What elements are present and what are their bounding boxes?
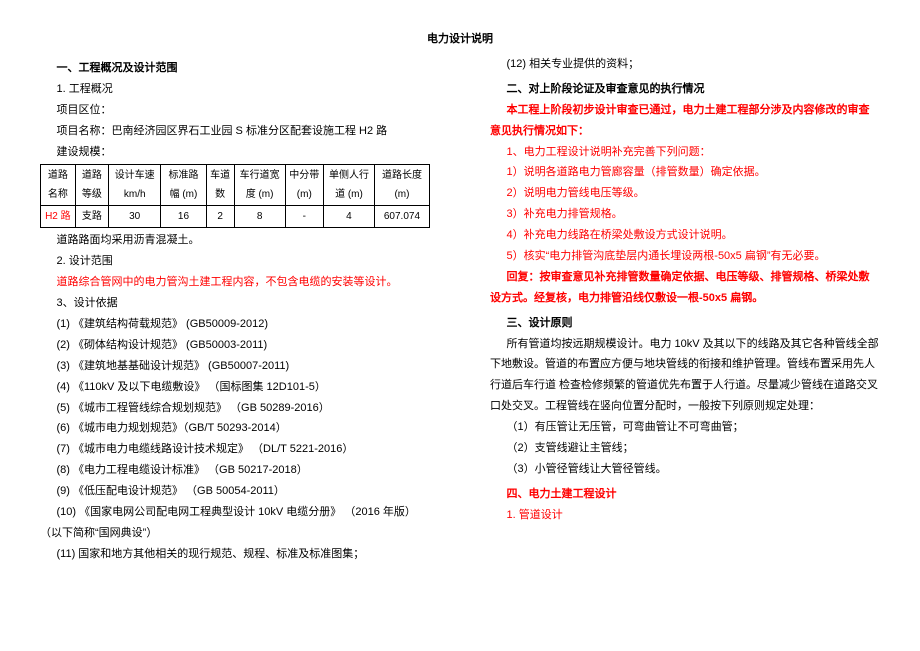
ref-7: (7) 《城市电力电缆线路设计技术规定》 （DL/T 5221-2016） xyxy=(40,439,430,460)
p-scale: 建设规模： xyxy=(40,142,430,163)
p-pavement: 道路路面均采用沥青混凝土。 xyxy=(40,230,430,251)
th-4: 车道数 xyxy=(206,165,234,206)
section-3-head: 三、设计原则 xyxy=(490,313,880,334)
item-1: 1、电力工程设计说明补充完善下列问题： xyxy=(490,142,880,163)
p-overview: 1. 工程概况 xyxy=(40,79,430,100)
ref-8: (8) 《电力工程电缆设计标准》 （GB 50217-2018） xyxy=(40,460,430,481)
table-row: H2 路 支路 30 16 2 8 - 4 607.074 xyxy=(41,206,430,228)
item-1-3: 3）补充电力排管规格。 xyxy=(490,204,880,225)
th-8: 道路长度 (m) xyxy=(374,165,429,206)
td-4: 2 xyxy=(206,206,234,228)
td-0: H2 路 xyxy=(41,206,76,228)
td-3: 16 xyxy=(161,206,206,228)
th-5: 车行道宽度 (m) xyxy=(234,165,285,206)
th-6: 中分带(m) xyxy=(285,165,323,206)
td-5: 8 xyxy=(234,206,285,228)
item-1-5: 5）核实“电力排管沟底垫层内通长埋设两根-50x5 扁钢”有无必要。 xyxy=(490,246,880,267)
ref-6: (6) 《城市电力规划规范》（GB/T 50293-2014） xyxy=(40,418,430,439)
bullet-2: （2）支管线避让主管线； xyxy=(490,438,880,459)
item-1-2: 2）说明电力管线电压等级。 xyxy=(490,183,880,204)
ref-2: (2) 《砌体结构设计规范》 (GB50003-2011) xyxy=(40,335,430,356)
right-column: (12) 相关专业提供的资料； 二、对上阶段论证及审查意见的执行情况 本工程上阶… xyxy=(490,54,880,565)
page-title: 电力设计说明 xyxy=(40,30,880,46)
ref-5: (5) 《城市工程管线综合规划规范》 （GB 50289-2016） xyxy=(40,398,430,419)
th-3: 标准路幅 (m) xyxy=(161,165,206,206)
item-1-1: 1）说明各道路电力管廊容量（排管数量）确定依据。 xyxy=(490,162,880,183)
td-2: 30 xyxy=(109,206,161,228)
td-7: 4 xyxy=(324,206,375,228)
road-table: 道路名称 道路等级 设计车速 km/h 标准路幅 (m) 车道数 车行道宽度 (… xyxy=(40,164,430,228)
bullet-1: （1）有压管让无压管，可弯曲管让不可弯曲管； xyxy=(490,417,880,438)
p-location: 项目区位： xyxy=(40,100,430,121)
p-project-name: 项目名称：巴南经济园区界石工业园 S 标准分区配套设施工程 H2 路 xyxy=(40,121,430,142)
ref-4: (4) 《110kV 及以下电缆敷设》 （国标图集 12D101-5） xyxy=(40,377,430,398)
th-7: 单侧人行道 (m) xyxy=(324,165,375,206)
item-1-4: 4）补充电力线路在桥梁处敷设方式设计说明。 xyxy=(490,225,880,246)
ref-3: (3) 《建筑地基基础设计规范》 (GB50007-2011) xyxy=(40,356,430,377)
review-intro: 本工程上阶段初步设计审查已通过，电力土建工程部分涉及内容修改的审查意见执行情况如… xyxy=(490,100,880,142)
td-8: 607.074 xyxy=(374,206,429,228)
th-1: 道路等级 xyxy=(75,165,108,206)
ref-9: (9) 《低压配电设计规范》 （GB 50054-2011） xyxy=(40,481,430,502)
left-column: 一、工程概况及设计范围 1. 工程概况 项目区位： 项目名称：巴南经济园区界石工… xyxy=(40,54,430,565)
section-2-head: 二、对上阶段论证及审查意见的执行情况 xyxy=(490,79,880,100)
ref-10: (10) 《国家电网公司配电网工程典型设计 10kV 电缆分册》 （2016 年… xyxy=(40,502,430,544)
td-6: - xyxy=(285,206,323,228)
ref-11: (11) 国家和地方其他相关的现行规范、规程、标准及标准图集； xyxy=(40,544,430,565)
p-basis-head: 3、设计依据 xyxy=(40,293,430,314)
ref-1: (1) 《建筑结构荷载规范》 (GB50009-2012) xyxy=(40,314,430,335)
section-4-head: 四、电力土建工程设计 xyxy=(490,484,880,505)
table-header-row: 道路名称 道路等级 设计车速 km/h 标准路幅 (m) 车道数 车行道宽度 (… xyxy=(41,165,430,206)
design-principle-body: 所有管道均按远期规模设计。电力 10kV 及其以下的线路及其它各种管线全部下地敷… xyxy=(490,334,880,418)
th-0: 道路名称 xyxy=(41,165,76,206)
p-scope-head: 2. 设计范围 xyxy=(40,251,430,272)
reply: 回复：按审查意见补充排管数量确定依据、电压等级、排管规格、桥梁处敷设方式。经复核… xyxy=(490,267,880,309)
bullet-3: （3）小管径管线让大管径管线。 xyxy=(490,459,880,480)
p-pipe: 1. 管道设计 xyxy=(490,505,880,526)
two-column-layout: 一、工程概况及设计范围 1. 工程概况 项目区位： 项目名称：巴南经济园区界石工… xyxy=(40,54,880,565)
p-scope-body: 道路综合管网中的电力管沟土建工程内容，不包含电缆的安装等设计。 xyxy=(40,272,430,293)
ref-12: (12) 相关专业提供的资料； xyxy=(490,54,880,75)
td-1: 支路 xyxy=(75,206,108,228)
section-1-head: 一、工程概况及设计范围 xyxy=(40,58,430,79)
th-2: 设计车速 km/h xyxy=(109,165,161,206)
